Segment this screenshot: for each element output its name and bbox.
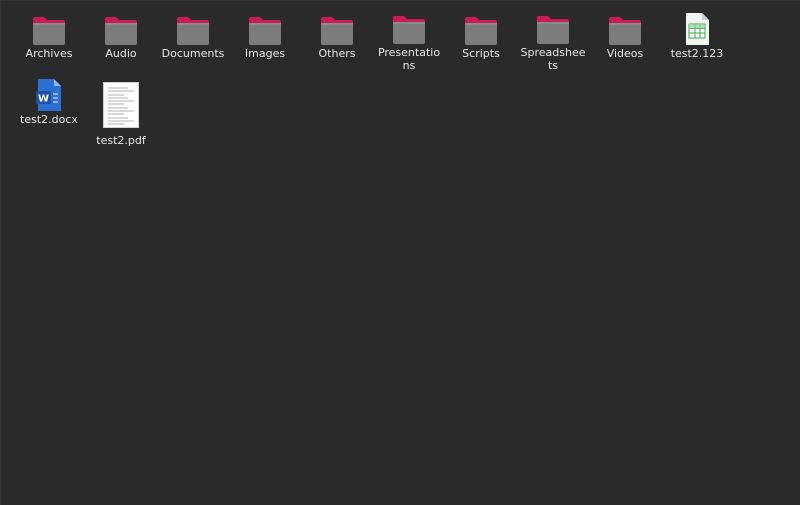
item-label: test2.docx	[20, 113, 78, 126]
file-item[interactable]: test2.123	[661, 12, 733, 72]
item-label: test2.pdf	[96, 134, 146, 147]
item-label: Scripts	[462, 47, 500, 60]
file-item[interactable]: test2.pdf	[85, 78, 157, 148]
item-label: Presentations	[377, 46, 441, 72]
folder-icon	[535, 12, 571, 45]
file-item[interactable]: Wtest2.docx	[13, 78, 85, 138]
folder-icon	[31, 12, 67, 46]
folder-item[interactable]: Images	[229, 12, 301, 72]
item-label: Spreadsheets	[520, 46, 586, 72]
folder-item[interactable]: Scripts	[445, 12, 517, 72]
item-label: Documents	[161, 47, 225, 60]
item-label: Videos	[606, 47, 644, 60]
folder-icon	[391, 12, 427, 45]
top-divider	[1, 0, 800, 1]
pdf-thumbnail-icon	[101, 78, 141, 134]
folder-icon	[103, 12, 139, 46]
folder-icon	[319, 12, 355, 46]
folder-icon	[175, 12, 211, 46]
folder-item[interactable]: Archives	[13, 12, 85, 72]
item-label: test2.123	[670, 47, 724, 60]
folder-icon	[607, 12, 643, 46]
folder-icon	[247, 12, 283, 46]
svg-text:W: W	[38, 94, 49, 105]
item-label: Audio	[105, 47, 137, 60]
folder-item[interactable]: Documents	[157, 12, 229, 72]
item-label: Archives	[25, 47, 73, 60]
file-manager-icon-view[interactable]: Archives Audio Documents Images Others Presen…	[0, 0, 800, 505]
folder-item[interactable]: Spreadsheets	[517, 12, 589, 72]
folder-icon	[463, 12, 499, 46]
word-document-icon: W	[31, 78, 67, 112]
folder-item[interactable]: Videos	[589, 12, 661, 72]
folder-item[interactable]: Presentations	[373, 12, 445, 72]
spreadsheet-file-icon	[679, 12, 715, 46]
item-label: Others	[318, 47, 356, 60]
item-label: Images	[244, 47, 286, 60]
folder-item[interactable]: Others	[301, 12, 373, 72]
folder-item[interactable]: Audio	[85, 12, 157, 72]
file-grid: Archives Audio Documents Images Others Presen…	[13, 12, 800, 148]
